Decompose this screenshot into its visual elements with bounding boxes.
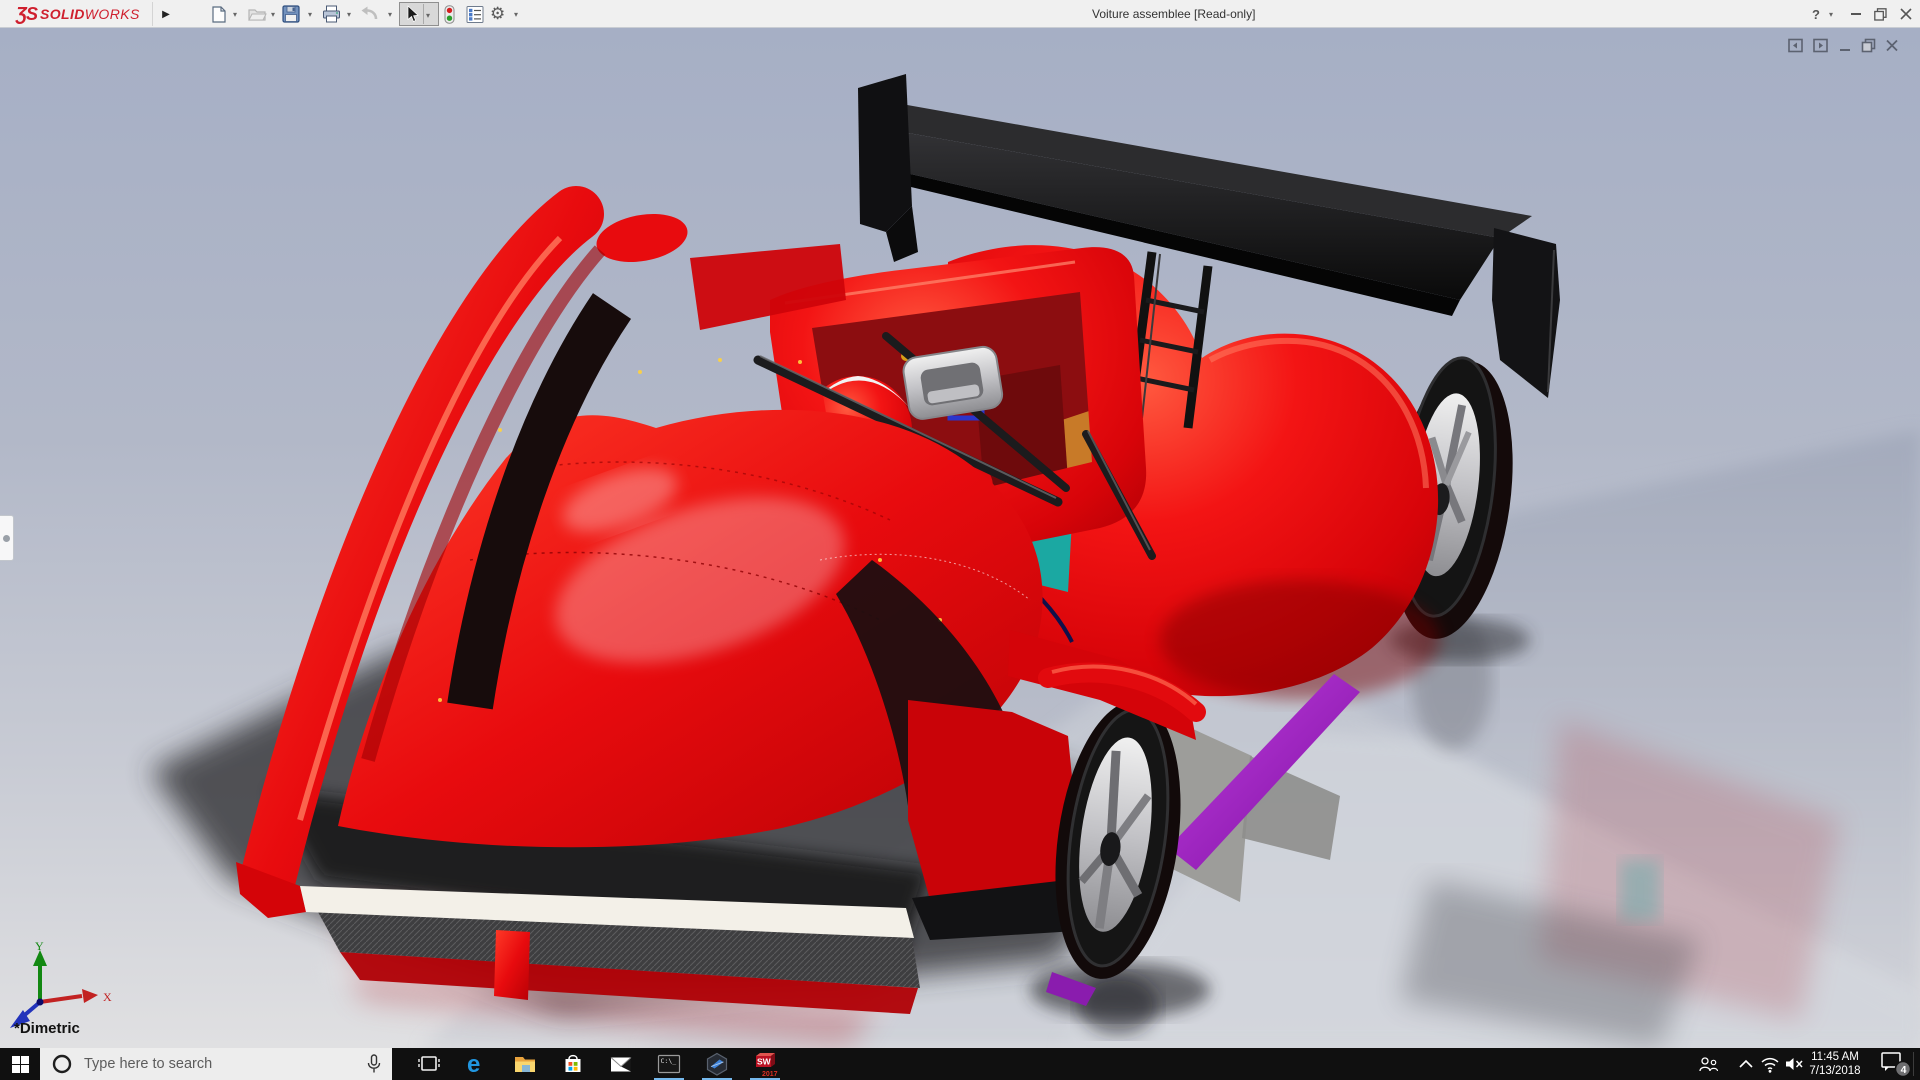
command-prompt-icon: C:\_: [657, 1054, 681, 1074]
splitter-support: [494, 930, 530, 1000]
select-caret[interactable]: [424, 5, 430, 23]
rebuild-traffic-light-icon: [444, 4, 455, 24]
titlebar: ƷS SOLID WORKS ▶ ▾ ▾ ▾ ▾ ▾ ▾ ⚙ ▾ Voiture…: [0, 0, 1920, 28]
print-icon: [323, 5, 340, 23]
save-button[interactable]: [282, 3, 300, 25]
display-list-icon: [466, 5, 484, 23]
open-button[interactable]: [248, 3, 267, 25]
microphone-icon[interactable]: [366, 1054, 382, 1074]
print-caret[interactable]: [345, 3, 351, 25]
y-axis-label: Y: [35, 940, 44, 953]
taskbar-app-mail[interactable]: [597, 1048, 645, 1080]
taskbar-app-command-prompt[interactable]: C:\_: [645, 1048, 693, 1080]
store-icon: [565, 1054, 581, 1072]
orientation-triad: Y X: [10, 940, 112, 1028]
new-document-caret[interactable]: [231, 3, 237, 25]
doc-minimize-icon[interactable]: [1838, 38, 1852, 53]
windows-taskbar: Type here to search e C:\_ SW 2017 11:45…: [0, 1048, 1920, 1080]
x-axis-arrow: [82, 989, 98, 1003]
cortana-icon: [52, 1054, 72, 1074]
task-view-button[interactable]: [405, 1048, 453, 1080]
svg-text:SW: SW: [757, 1056, 772, 1066]
document-window-controls: [1788, 36, 1918, 54]
doc-restore-icon[interactable]: [1861, 38, 1876, 53]
tray-date: 7/13/2018: [1809, 1065, 1861, 1077]
taskbar-app-store[interactable]: [549, 1048, 597, 1080]
taskbar-search[interactable]: Type here to search: [40, 1048, 392, 1080]
taskbar-app-hexagon[interactable]: [693, 1048, 741, 1080]
print-button[interactable]: [322, 3, 341, 25]
help-caret[interactable]: [1824, 4, 1836, 24]
mail-icon: [610, 1057, 632, 1072]
show-desktop-divider[interactable]: [1913, 1052, 1914, 1076]
graphics-viewport[interactable]: Y X *Dimetric: [0, 28, 1920, 1048]
people-tray-icon[interactable]: [1695, 1048, 1721, 1080]
doc-close-icon[interactable]: [1885, 38, 1899, 53]
solidworks-logo-glyph: ƷS: [16, 3, 38, 24]
logo-separator: [152, 2, 153, 26]
restore-icon: [1873, 7, 1887, 21]
options-gear-icon[interactable]: ⚙: [490, 3, 505, 25]
select-cursor-icon: [407, 5, 419, 22]
open-folder-icon: [248, 9, 267, 21]
taskbar-app-file-explorer[interactable]: [501, 1048, 549, 1080]
close-button[interactable]: [1896, 4, 1916, 24]
edge-icon: e: [467, 1051, 480, 1077]
search-input[interactable]: Type here to search: [84, 1056, 366, 1072]
wifi-icon[interactable]: [1757, 1048, 1783, 1080]
undo-button[interactable]: [360, 3, 379, 25]
window-title: Voiture assemblee [Read-only]: [1092, 7, 1256, 21]
svg-text:2017: 2017: [762, 1071, 778, 1078]
new-document-icon: [212, 5, 226, 23]
open-caret[interactable]: [269, 3, 275, 25]
hexagon-app-icon: [706, 1052, 728, 1076]
air-intake: [902, 345, 1004, 420]
svg-text:4: 4: [1901, 1064, 1907, 1076]
race-car-3d-model[interactable]: [0, 28, 1920, 1048]
pane-right-icon[interactable]: [1813, 38, 1829, 53]
view-orientation-label: *Dimetric: [14, 1020, 80, 1037]
tray-chevron-icon[interactable]: [1733, 1048, 1759, 1080]
action-center-icon: 4: [1881, 1052, 1912, 1078]
taskbar-clock[interactable]: 11:45 AM 7/13/2018: [1800, 1050, 1870, 1078]
save-floppy-icon: [282, 5, 300, 23]
svg-text:e: e: [467, 1051, 480, 1077]
splitter-dot: [3, 535, 10, 542]
minimize-button[interactable]: [1846, 4, 1866, 24]
pane-left-icon[interactable]: [1788, 38, 1804, 53]
solidworks-logo: ƷS SOLID WORKS: [16, 3, 140, 24]
taskbar-app-edge[interactable]: e: [453, 1048, 501, 1080]
undo-icon: [361, 6, 378, 19]
close-icon: [1900, 8, 1912, 20]
display-list-button[interactable]: [466, 3, 484, 25]
undo-caret[interactable]: [386, 3, 392, 25]
x-axis-label: X: [103, 990, 112, 1004]
solidworks-2017-icon: SW 2017: [756, 1052, 778, 1078]
restore-button[interactable]: [1870, 4, 1890, 24]
options-caret[interactable]: [512, 3, 518, 25]
tray-time: 11:45 AM: [1811, 1051, 1859, 1063]
select-tool-button[interactable]: [399, 2, 439, 26]
new-document-button[interactable]: [210, 3, 227, 25]
start-button[interactable]: [0, 1048, 40, 1080]
task-view-icon: [418, 1056, 440, 1071]
windows-logo-icon: [11, 1055, 29, 1073]
file-explorer-icon: [515, 1057, 535, 1072]
help-button[interactable]: ?: [1806, 4, 1826, 24]
action-center-button[interactable]: 4: [1872, 1048, 1918, 1080]
menu-flyout-arrow-icon[interactable]: ▶: [158, 4, 174, 24]
panel-splitter-tab[interactable]: [0, 515, 14, 561]
save-caret[interactable]: [306, 3, 312, 25]
taskbar-app-solidworks-2017[interactable]: SW 2017: [741, 1048, 789, 1080]
rebuild-button[interactable]: [443, 3, 456, 25]
wing-endplate-left: [858, 74, 912, 232]
svg-text:C:\_: C:\_: [661, 1057, 677, 1065]
